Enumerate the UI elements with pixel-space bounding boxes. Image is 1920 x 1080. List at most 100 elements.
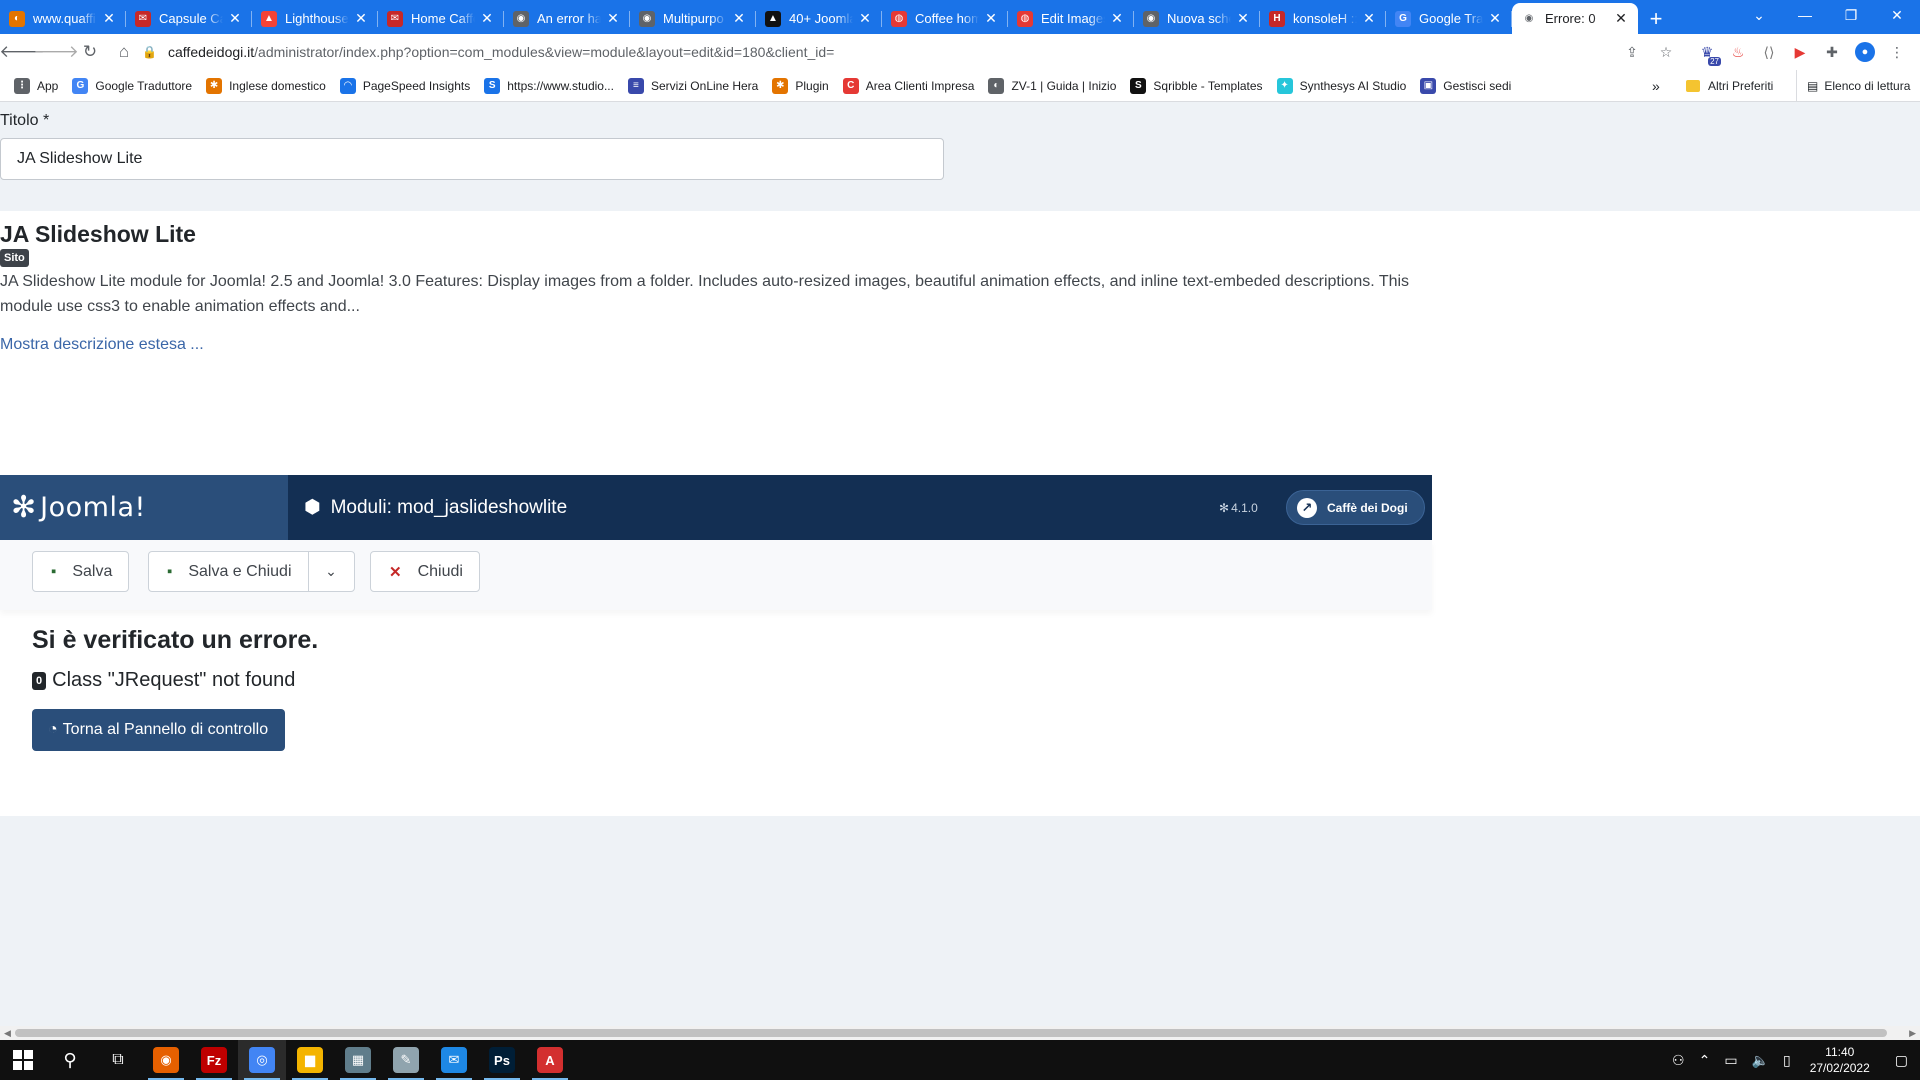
view-site-button[interactable]: ↗ Caffè dei Dogi	[1286, 490, 1425, 525]
bookmark-item[interactable]: ▣ Gestisci sedi	[1420, 77, 1511, 94]
taskbar-app[interactable]: A	[526, 1040, 574, 1080]
tab-search-icon[interactable]: ⌄	[1736, 0, 1782, 30]
bookmark-item[interactable]: ⋮ App	[14, 77, 58, 94]
browser-tab-active[interactable]: ◉ Errore: 0 ✕	[1512, 3, 1638, 34]
save-close-button[interactable]: ▪ Salva e Chiudi ⌄	[148, 551, 355, 592]
people-icon[interactable]: ⚇	[1672, 1052, 1685, 1069]
title-field-label: Titolo *	[0, 112, 50, 129]
scroll-right-icon[interactable]: ▶	[1909, 1028, 1916, 1039]
taskbar-app[interactable]: ▦	[334, 1040, 382, 1080]
forward-button[interactable]: 🡒	[33, 38, 79, 66]
bookmark-item[interactable]: ✱ Inglese domestico	[206, 77, 326, 94]
taskbar-app[interactable]: ◉	[142, 1040, 190, 1080]
back-to-control-panel-button[interactable]: ◔ Torna al Pannello di controllo	[32, 709, 286, 751]
restore-button[interactable]: ❐	[1828, 0, 1874, 30]
tab-close-icon[interactable]: ✕	[479, 10, 495, 27]
home-button[interactable]: ⌂	[110, 38, 138, 66]
browser-tab[interactable]: G Google Tra ✕	[1386, 3, 1512, 34]
tab-close-icon[interactable]: ✕	[857, 10, 873, 27]
browser-tab[interactable]: ◉ Nuova sche ✕	[1134, 3, 1260, 34]
bookmark-item[interactable]: ✱ Plugin	[772, 77, 829, 94]
browser-tab[interactable]: HkonsoleH :: ✕	[1260, 3, 1386, 34]
bookmark-item[interactable]: ◐ ZV-1 | Guida | Inizio	[988, 77, 1116, 94]
share-icon[interactable]: ⇪	[1622, 42, 1642, 62]
tab-close-icon[interactable]: ✕	[731, 10, 747, 27]
network-icon[interactable]: ▭	[1724, 1052, 1737, 1069]
bookmark-item[interactable]: ◠ PageSpeed Insights	[339, 77, 470, 94]
other-bookmarks[interactable]: Altri Preferiti	[1686, 70, 1773, 102]
reading-list-label: Elenco di lettura	[1824, 79, 1911, 93]
bookmark-item[interactable]: ≡ Servizi OnLine Hera	[627, 77, 758, 94]
bookmark-item[interactable]: Shttps://www.studio...	[484, 77, 614, 94]
title-input[interactable]	[0, 138, 944, 180]
notifications-icon[interactable]: ▢	[1895, 1052, 1908, 1069]
address-bar[interactable]: 🔒 caffedeidogi.it/administrator/index.ph…	[140, 37, 1660, 67]
lock-icon[interactable]: 🔒	[142, 45, 158, 59]
profile-avatar[interactable]: ●	[1855, 42, 1875, 62]
bookmark-item[interactable]: S Sqribble - Templates	[1130, 77, 1263, 94]
tab-close-icon[interactable]: ✕	[1361, 10, 1377, 27]
extension-badge-icon[interactable]: ♛ 27	[1697, 42, 1721, 66]
scroll-left-icon[interactable]: ◀	[4, 1028, 11, 1039]
horizontal-scrollbar[interactable]: ◀ ▶	[0, 1026, 1920, 1040]
search-button[interactable]: ⚲	[46, 1040, 94, 1080]
reload-button[interactable]: ↻	[76, 38, 104, 66]
taskbar-app[interactable]: ◎	[238, 1040, 286, 1080]
show-hidden-icons-icon[interactable]: ⌃	[1699, 1052, 1711, 1069]
show-extended-description-link[interactable]: Mostra descrizione estesa ...	[0, 336, 204, 354]
tab-favicon-icon: ▲	[765, 10, 781, 27]
taskbar-app[interactable]: ▆	[286, 1040, 334, 1080]
minimize-button[interactable]: —	[1782, 0, 1828, 30]
joomla-logo[interactable]: ✻ Joomla!	[0, 475, 288, 540]
browser-tab[interactable]: ◍ Edit Images ✕	[1008, 3, 1134, 34]
tab-favicon-icon: ◉	[1524, 13, 1534, 24]
browser-tab[interactable]: ◉ An error ha ✕	[504, 3, 630, 34]
new-tab-button[interactable]: +	[1638, 3, 1674, 34]
tab-close-icon[interactable]: ✕	[227, 10, 243, 27]
browser-tab[interactable]: ▲ Lighthouse ✕	[252, 3, 378, 34]
close-button[interactable]: ✕ Chiudi	[370, 551, 480, 592]
scrollbar-thumb[interactable]	[15, 1029, 1887, 1037]
browser-tab[interactable]: ◐ www.quaffi ✕	[0, 3, 126, 34]
bookmark-item[interactable]: C Area Clienti Impresa	[842, 77, 974, 94]
extension-icon-3[interactable]: ⟨⟩	[1759, 42, 1779, 62]
tab-favicon-icon: H	[1269, 10, 1285, 27]
tab-close-icon[interactable]: ✕	[1613, 10, 1629, 27]
taskbar-app[interactable]: ✎	[382, 1040, 430, 1080]
tab-close-icon[interactable]: ✕	[1109, 10, 1125, 27]
bookmark-item[interactable]: G Google Traduttore	[72, 77, 192, 94]
browser-tab[interactable]: ▲ 40+ Joomla ✕	[756, 3, 882, 34]
close-window-button[interactable]: ✕	[1874, 0, 1920, 30]
tab-close-icon[interactable]: ✕	[605, 10, 621, 27]
reading-list[interactable]: ▤ Elenco di lettura	[1796, 70, 1910, 102]
save-button[interactable]: ▪ Salva	[32, 551, 130, 592]
tab-close-icon[interactable]: ✕	[983, 10, 999, 27]
browser-tab[interactable]: ◉ Multipurpo ✕	[630, 3, 756, 34]
tab-close-icon[interactable]: ✕	[353, 10, 369, 27]
extensions-puzzle-icon[interactable]: ✚	[1822, 42, 1842, 62]
tab-close-icon[interactable]: ✕	[1487, 10, 1503, 27]
volume-icon[interactable]: 🔈	[1752, 1052, 1769, 1069]
windows-logo-icon	[13, 1050, 33, 1070]
tab-favicon-icon: ◉	[1143, 10, 1159, 27]
taskbar-app[interactable]: ✉	[430, 1040, 478, 1080]
browser-tab[interactable]: ◍ Coffee hom ✕	[882, 3, 1008, 34]
taskbar-app[interactable]: Fz	[190, 1040, 238, 1080]
extension-icon-4[interactable]: ▶	[1790, 42, 1810, 62]
tab-close-icon[interactable]: ✕	[101, 10, 117, 27]
save-options-dropdown[interactable]: ⌄	[307, 552, 354, 591]
extension-icon-2[interactable]: ♨	[1728, 42, 1748, 62]
back-button[interactable]: 🡐	[0, 38, 45, 66]
start-button[interactable]	[0, 1040, 46, 1080]
bookmarks-overflow[interactable]: »	[1652, 70, 1660, 102]
task-view-button[interactable]: ⧉	[94, 1040, 142, 1080]
taskbar-app[interactable]: Ps	[478, 1040, 526, 1080]
browser-tab[interactable]: ✉ Home Caffè ✕	[378, 3, 504, 34]
browser-menu-icon[interactable]: ⋮	[1887, 42, 1907, 62]
bookmark-item[interactable]: ✦ Synthesys AI Studio	[1276, 77, 1406, 94]
bookmark-star-icon[interactable]: ☆	[1656, 42, 1676, 62]
system-clock[interactable]: 11:40 27/02/2022	[1810, 1044, 1870, 1076]
browser-tab[interactable]: ✉ Capsule Ca ✕	[126, 3, 252, 34]
tab-close-icon[interactable]: ✕	[1235, 10, 1251, 27]
battery-icon[interactable]: ▯	[1783, 1052, 1791, 1069]
